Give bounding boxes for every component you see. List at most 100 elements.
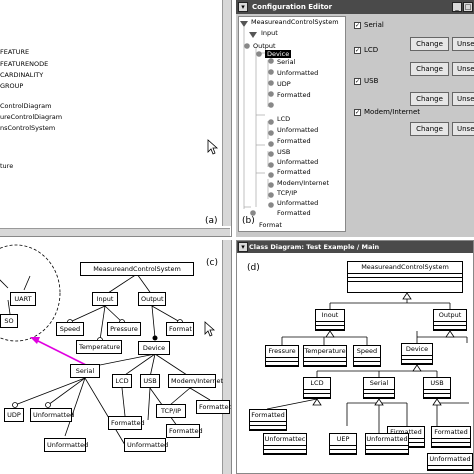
node-tcpip[interactable]: TCP/IP xyxy=(156,404,186,418)
node-unformatted-3[interactable]: Unformatted xyxy=(44,438,88,452)
vertical-scrollbar[interactable] xyxy=(222,0,231,226)
node-serial[interactable]: Serial xyxy=(70,364,100,378)
node-temperature[interactable]: Temperature xyxy=(76,340,122,354)
tree-node-usb[interactable]: USB xyxy=(277,148,290,156)
node-usb[interactable]: USB xyxy=(140,374,160,388)
node-root[interactable]: MeasureandControlSystem xyxy=(80,262,194,276)
class-uep[interactable]: UEP xyxy=(329,433,357,455)
class-device[interactable]: Device xyxy=(401,343,433,365)
panel-c-label: (c) xyxy=(206,258,218,268)
node-lcd[interactable]: LCD xyxy=(112,374,132,388)
modem-option-label: Modem/Internet xyxy=(364,108,421,116)
node-udp[interactable]: UDP xyxy=(4,408,24,422)
tree-node-device[interactable]: Device xyxy=(265,50,292,58)
node-format[interactable]: Format xyxy=(166,322,194,336)
node-device[interactable]: Device xyxy=(138,341,170,355)
serial-unselect-button[interactable]: Unse xyxy=(452,37,474,51)
configuration-editor-titlebar: Configuration Editor xyxy=(236,0,474,14)
usb-change-button[interactable]: Change xyxy=(410,92,449,106)
lcd-checkbox[interactable]: ✓ xyxy=(354,47,361,54)
modem-change-button[interactable]: Change xyxy=(410,122,449,136)
lcd-option-label: LCD xyxy=(364,46,379,54)
tree-node-root[interactable]: MeasureandControlSystem xyxy=(251,18,339,26)
tree-node-serial[interactable]: Serial xyxy=(277,58,295,66)
horizontal-scrollbar[interactable] xyxy=(0,228,230,236)
class-unformatted-name: Unformattec xyxy=(264,434,306,446)
node-modem[interactable]: Modem/Internet xyxy=(168,374,223,388)
class-temperature-name: Temperature xyxy=(304,346,346,358)
class-formatted-3[interactable]: Formatted xyxy=(431,426,471,448)
class-input[interactable]: Inout xyxy=(315,309,345,331)
class-lcd[interactable]: LCD xyxy=(303,377,331,399)
class-serial[interactable]: Serial xyxy=(363,377,395,399)
serial-checkbox[interactable]: ✓ xyxy=(354,22,361,29)
configuration-editor-window: Configuration Editor ▾ _ □ MeasureandCon… xyxy=(236,0,474,237)
node-pressure[interactable]: Pressure xyxy=(107,322,141,336)
node-uart[interactable]: UART xyxy=(10,292,36,306)
class-pressure[interactable]: Fressure xyxy=(265,345,299,367)
usb-checkbox[interactable]: ✓ xyxy=(354,78,361,85)
usb-option-label: USB xyxy=(364,77,379,85)
tree-node-modem[interactable]: Modem/Internet xyxy=(277,179,329,187)
class-root[interactable]: MeasureandControlSystem xyxy=(347,261,463,293)
panel-a-window: FEATURE FEATURENODE CARDINALITY GROUP Co… xyxy=(0,0,232,237)
tree-node-tcpip[interactable]: TCP/IP xyxy=(277,189,297,197)
tree-node-usb-unformatted[interactable]: Unformatted xyxy=(277,158,318,166)
tree-pane: MeasureandControlSystem Input Output Dev… xyxy=(238,16,346,232)
class-speed[interactable]: Speed xyxy=(353,345,381,367)
window-title: Configuration Editor xyxy=(252,3,333,11)
class-lcd-name: LCD xyxy=(304,378,330,390)
class-input-name: Inout xyxy=(316,310,344,322)
tree-node-lcd[interactable]: LCD xyxy=(277,115,290,123)
node-so[interactable]: SO xyxy=(0,314,18,328)
tree-node-serial-formatted[interactable]: Formatted xyxy=(277,91,311,99)
node-formatted-1[interactable]: Formatted xyxy=(196,400,231,414)
class-unformatted[interactable]: Unformattec xyxy=(263,433,307,455)
node-input[interactable]: Input xyxy=(92,292,118,306)
class-device-name: Device xyxy=(402,344,432,356)
panel-c-scrollbar[interactable] xyxy=(222,240,231,474)
tree-node-usb-formatted[interactable]: Formatted xyxy=(277,168,311,176)
tree-node-modem-unformatted[interactable]: Unformatted xyxy=(277,199,318,207)
node-speed[interactable]: Speed xyxy=(56,322,84,336)
serial-change-button[interactable]: Change xyxy=(410,37,449,51)
minimize-icon[interactable]: _ xyxy=(452,2,462,12)
class-uep-name: UEP xyxy=(330,434,356,446)
class-unformatted-2[interactable]: Unformatted xyxy=(365,433,409,455)
node-output[interactable]: Output xyxy=(138,292,166,306)
tree-node-output[interactable]: Output xyxy=(253,42,276,50)
window-menu-icon[interactable]: ▾ xyxy=(238,2,248,12)
node-formatted-2[interactable]: Formatted xyxy=(108,416,145,430)
usb-unselect-button[interactable]: Unse xyxy=(452,92,474,106)
class-unformatted-3[interactable]: Unformatted xyxy=(427,453,473,471)
class-pressure-name: Fressure xyxy=(266,346,298,358)
class-output-name: Output xyxy=(434,310,466,322)
serial-option-label: Serial xyxy=(364,21,384,29)
node-unformatted-1[interactable]: Unformatted xyxy=(30,408,74,422)
class-unformatted-2-name: Unformatted xyxy=(366,434,408,446)
tree-node-format[interactable]: Format xyxy=(259,221,282,229)
panel-c-window: MeasureandControlSystem Input Output Spe… xyxy=(0,240,232,474)
tree-node-input[interactable]: Input xyxy=(261,29,278,37)
class-usb[interactable]: USB xyxy=(423,377,451,399)
class-formatted[interactable]: Formatted xyxy=(249,409,287,431)
lcd-change-button[interactable]: Change xyxy=(410,62,449,76)
node-unformatted-2[interactable]: Unformatted xyxy=(124,438,168,452)
node-formatted-3[interactable]: Formatted xyxy=(166,424,203,438)
class-temperature[interactable]: Temperature xyxy=(303,345,347,367)
tree-node-udp[interactable]: UDP xyxy=(277,80,291,88)
maximize-icon[interactable]: □ xyxy=(463,2,473,12)
class-output[interactable]: Output xyxy=(433,309,467,331)
tree-node-modem-formatted[interactable]: Formatted xyxy=(277,209,311,217)
panel-b-label-visible: (b) xyxy=(242,216,255,226)
class-formatted-3-name: Formatted xyxy=(432,427,470,439)
mouse-cursor-icon xyxy=(207,139,219,155)
tree-node-serial-unformatted[interactable]: Unformatted xyxy=(277,69,318,77)
modem-checkbox[interactable]: ✓ xyxy=(354,109,361,116)
tree-node-lcd-unformatted[interactable]: Unformatted xyxy=(277,126,318,134)
tree-node-lcd-formatted[interactable]: Formatted xyxy=(277,137,311,145)
class-root-name: MeasureandControlSystem xyxy=(348,262,462,274)
lcd-unselect-button[interactable]: Unse xyxy=(452,62,474,76)
modem-unselect-button[interactable]: Unse xyxy=(452,122,474,136)
hand-cursor-icon xyxy=(204,321,216,337)
